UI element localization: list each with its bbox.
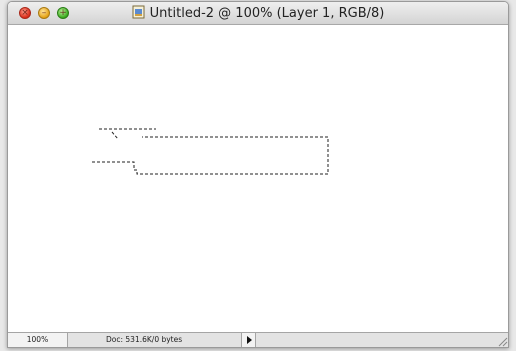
selection-marquee[interactable] [8,25,508,333]
title-bar[interactable]: × – + Untitled-2 @ 100% (Layer 1, RGB/8) [8,2,508,25]
triangle-right-icon [247,336,252,344]
zoom-level-field[interactable]: 100% [8,333,68,347]
resize-grip-icon[interactable] [494,333,508,347]
canvas-area[interactable] [8,25,508,332]
document-icon [132,5,145,19]
window-title-wrap: Untitled-2 @ 100% (Layer 1, RGB/8) [8,5,508,21]
status-bar: 100% Doc: 531.6K/0 bytes [8,332,508,347]
document-window: × – + Untitled-2 @ 100% (Layer 1, RGB/8)… [7,1,509,348]
status-menu-button[interactable] [242,333,256,347]
doc-info-text: Doc: 531.6K/0 bytes [106,335,183,344]
doc-info-panel: Doc: 531.6K/0 bytes [68,333,242,347]
window-title: Untitled-2 @ 100% (Layer 1, RGB/8) [149,6,385,21]
